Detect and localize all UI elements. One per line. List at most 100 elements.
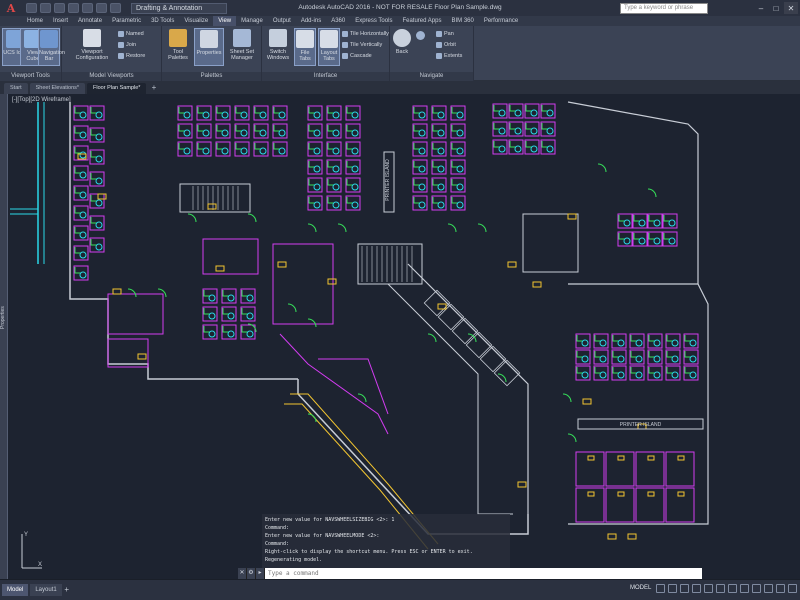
- close-command-line-icon[interactable]: ✕: [238, 568, 247, 579]
- tab-parametric[interactable]: Parametric: [107, 16, 146, 26]
- tab-view[interactable]: View: [213, 16, 237, 26]
- isolate-objects-icon[interactable]: [752, 584, 761, 593]
- tab-manage[interactable]: Manage: [236, 16, 268, 26]
- desk: [235, 143, 242, 150]
- hardware-acceleration-icon[interactable]: [764, 584, 773, 593]
- chair: [638, 219, 646, 227]
- maximize-icon[interactable]: □: [769, 2, 783, 14]
- tab-express-tools[interactable]: Express Tools: [350, 16, 397, 26]
- redo-icon[interactable]: [110, 3, 121, 13]
- new-icon[interactable]: [26, 3, 37, 13]
- file-tab-floor-plan-sample[interactable]: Floor Plan Sample*: [87, 83, 147, 94]
- join-viewports-button[interactable]: Join: [118, 41, 136, 49]
- properties-button[interactable]: Properties: [194, 28, 224, 66]
- osnap-icon[interactable]: [704, 584, 713, 593]
- viewport-controls-label[interactable]: [-][Top][2D Wireframe]: [12, 97, 71, 103]
- tab-featured-apps[interactable]: Featured Apps: [397, 16, 446, 26]
- office: [635, 451, 665, 487]
- desk: [413, 107, 420, 114]
- chair: [278, 111, 286, 119]
- new-layout-icon[interactable]: +: [62, 584, 72, 596]
- chair: [332, 147, 340, 155]
- snap-icon[interactable]: [668, 584, 677, 593]
- chair: [599, 339, 607, 347]
- application-menu-icon[interactable]: A: [0, 0, 22, 16]
- ortho-icon[interactable]: [680, 584, 689, 593]
- chair: [456, 165, 464, 173]
- tab-add-ins[interactable]: Add-ins: [296, 16, 326, 26]
- tab-3d-tools[interactable]: 3D Tools: [146, 16, 179, 26]
- restore-viewports-button[interactable]: Restore: [118, 52, 145, 60]
- workspace-switch-icon[interactable]: [728, 584, 737, 593]
- chair: [351, 111, 359, 119]
- desk: [74, 207, 81, 214]
- layout-tab-layout1[interactable]: Layout1: [30, 584, 62, 596]
- undo-icon[interactable]: [96, 3, 107, 13]
- annotation-scale-icon[interactable]: [716, 584, 725, 593]
- tile-vertically-button[interactable]: Tile Vertically: [342, 41, 382, 49]
- pan-icon: [436, 31, 442, 37]
- command-history-line: Command:: [265, 541, 290, 547]
- close-icon[interactable]: ✕: [784, 2, 798, 14]
- desk: [327, 125, 334, 132]
- customize-command-line-icon[interactable]: ⚙: [247, 568, 256, 579]
- named-viewports-button[interactable]: Named: [118, 30, 144, 38]
- file-tabs-button[interactable]: File Tabs: [294, 28, 316, 66]
- sheet-set-manager-button[interactable]: Sheet Set Manager: [226, 28, 258, 66]
- layout-tab-model[interactable]: Model: [2, 584, 29, 596]
- tab-a360[interactable]: A360: [326, 16, 350, 26]
- desk: [74, 147, 81, 154]
- tile-horizontally-button[interactable]: Tile Horizontally: [342, 30, 389, 38]
- file-tab-sheet-elevations[interactable]: Sheet Elevations*: [29, 83, 86, 94]
- cascade-button[interactable]: Cascade: [342, 52, 372, 60]
- door-swing: [157, 288, 167, 298]
- viewport-configuration-button[interactable]: Viewport Configuration: [72, 28, 112, 66]
- tab-performance[interactable]: Performance: [479, 16, 523, 26]
- grid-icon[interactable]: [656, 584, 665, 593]
- properties-palette-collapsed[interactable]: Properties: [0, 94, 8, 579]
- layout-tabs-button[interactable]: Layout Tabs: [318, 28, 340, 66]
- annotation-monitor-icon[interactable]: [740, 584, 749, 593]
- search-input[interactable]: Type a keyword or phrase: [620, 3, 708, 14]
- switch-windows-button[interactable]: Switch Windows: [264, 28, 292, 66]
- tab-annotate[interactable]: Annotate: [73, 16, 107, 26]
- drawing-canvas[interactable]: PRINTER ISLAND PRINTER ISLAND [-][Top][2D…: [8, 94, 800, 579]
- workspace-dropdown[interactable]: Drafting & Annotation: [131, 2, 227, 14]
- customization-icon[interactable]: [788, 584, 797, 593]
- door-swing: [427, 333, 437, 343]
- minimize-icon[interactable]: –: [754, 2, 768, 14]
- desk: [413, 125, 420, 132]
- extents-button[interactable]: Extents: [436, 52, 462, 60]
- clean-screen-icon[interactable]: [776, 584, 785, 593]
- chair: [514, 109, 522, 117]
- chair: [617, 371, 625, 379]
- desk: [308, 179, 315, 186]
- palettes-group: Tool Palettes Properties Sheet Set Manag…: [162, 26, 262, 81]
- orbit-button[interactable]: Orbit: [436, 41, 456, 49]
- room-tag: [677, 455, 685, 461]
- floor-plan-drawing[interactable]: PRINTER ISLAND PRINTER ISLAND: [8, 94, 800, 579]
- file-tab-start[interactable]: Start: [4, 83, 28, 94]
- pan-button[interactable]: Pan: [436, 30, 454, 38]
- door-swing: [307, 413, 317, 423]
- desk: [451, 143, 458, 150]
- tab-output[interactable]: Output: [268, 16, 296, 26]
- room: [272, 243, 334, 325]
- polar-icon[interactable]: [692, 584, 701, 593]
- tab-visualize[interactable]: Visualize: [179, 16, 213, 26]
- save-icon[interactable]: [54, 3, 65, 13]
- open-icon[interactable]: [40, 3, 51, 13]
- tab-bim-360[interactable]: BIM 360: [446, 16, 478, 26]
- tab-insert[interactable]: Insert: [48, 16, 73, 26]
- save-as-icon[interactable]: [68, 3, 79, 13]
- tab-home[interactable]: Home: [22, 16, 48, 26]
- tool-palettes-button[interactable]: Tool Palettes: [164, 28, 192, 66]
- new-tab-icon[interactable]: +: [148, 83, 159, 94]
- zoom-button[interactable]: [416, 28, 426, 42]
- chair: [456, 201, 464, 209]
- navigation-bar-button[interactable]: Navigation Bar: [38, 28, 65, 66]
- command-input[interactable]: [268, 569, 702, 578]
- plot-icon[interactable]: [82, 3, 93, 13]
- back-button[interactable]: Back: [392, 28, 412, 66]
- model-space-indicator[interactable]: MODEL: [630, 585, 651, 591]
